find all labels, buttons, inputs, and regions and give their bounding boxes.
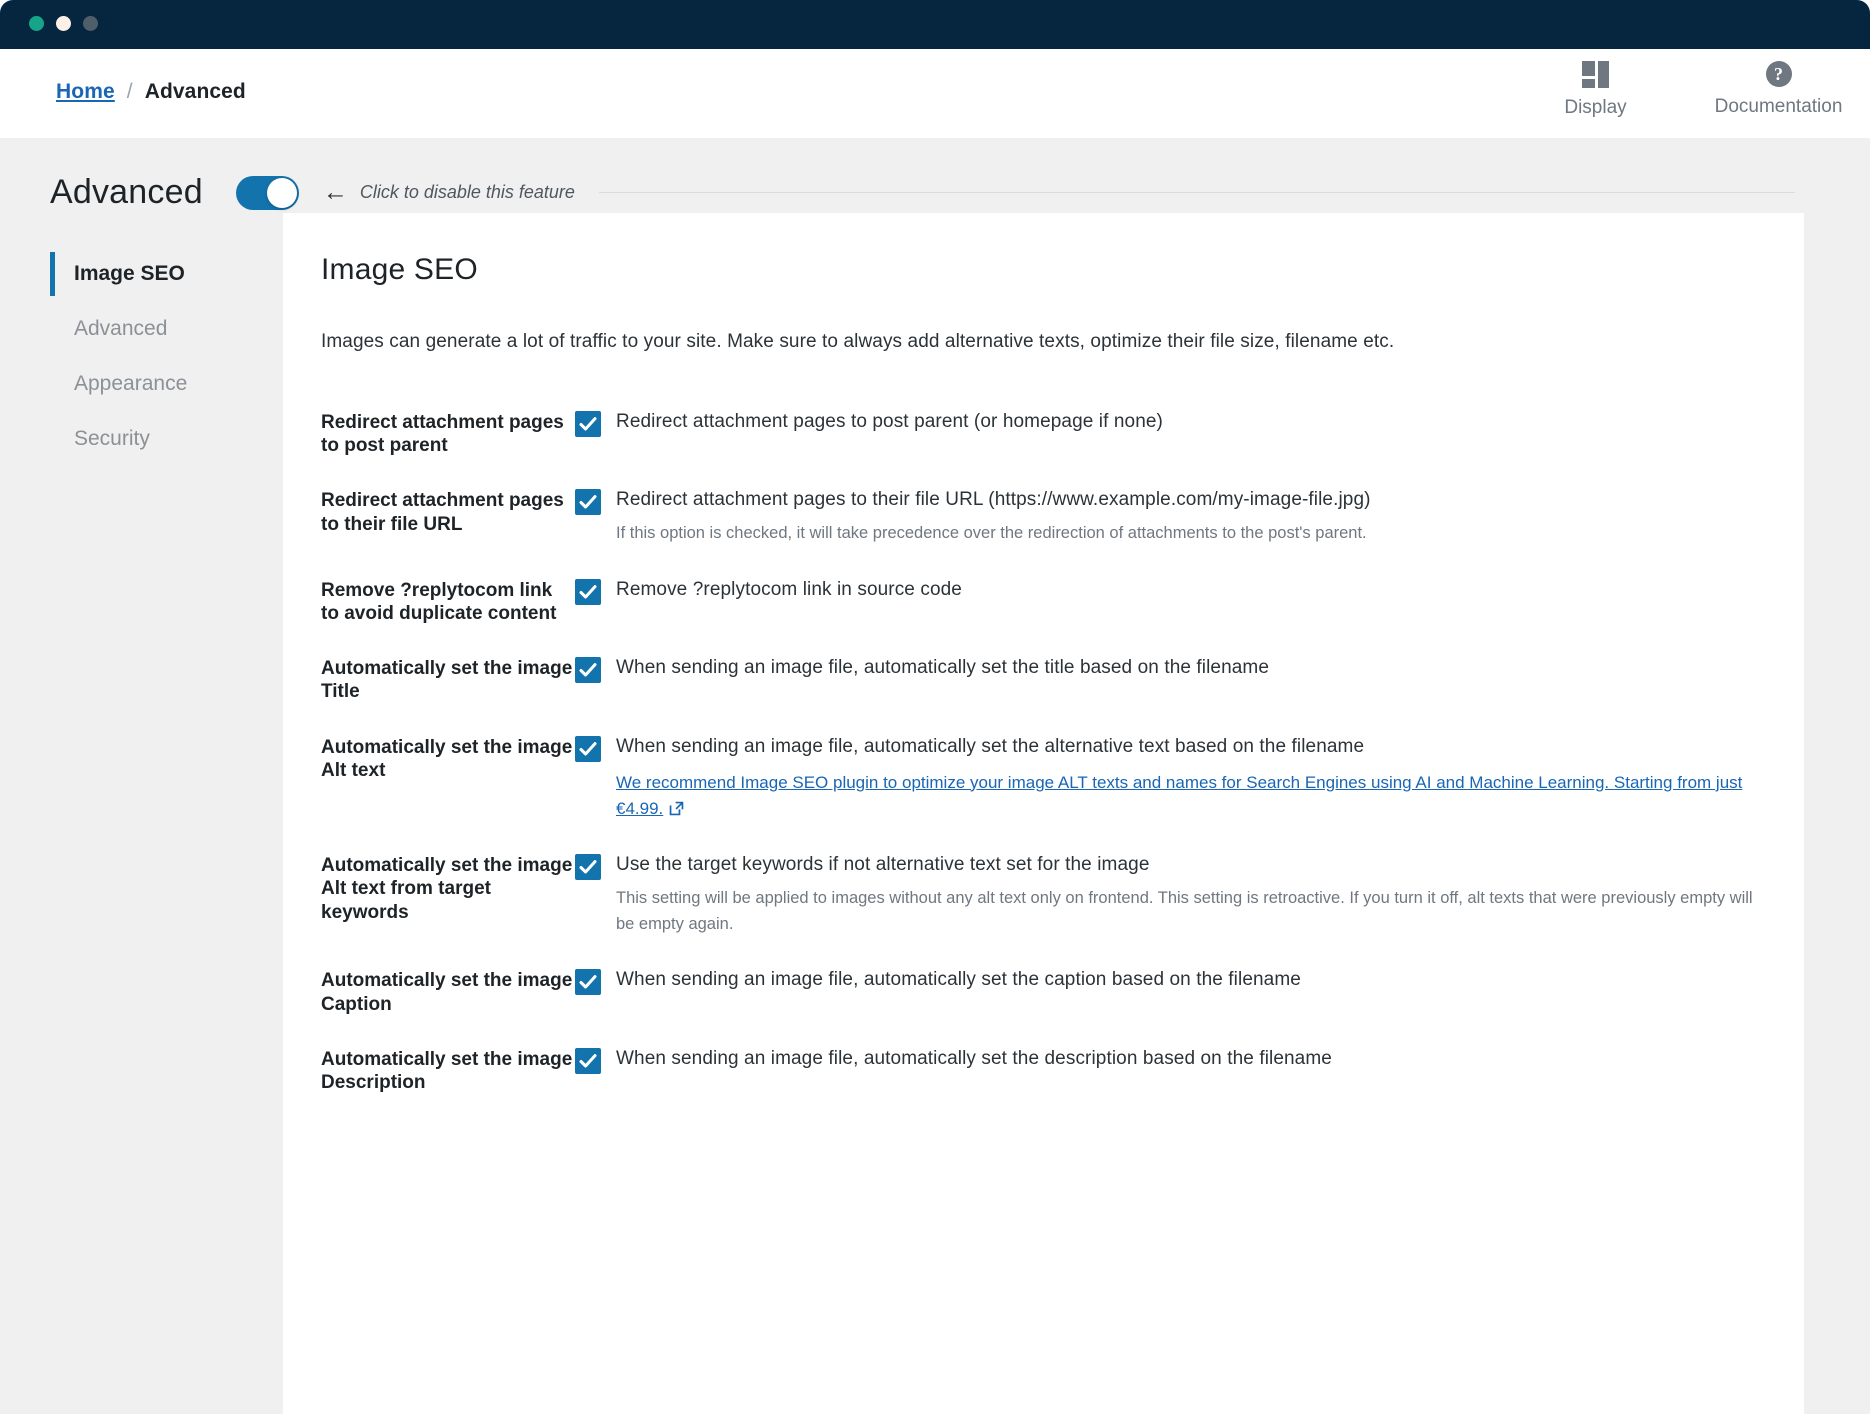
setting-row: Automatically set the image Title When s… [321,641,1766,719]
setting-label: Redirect attachment pages to their file … [321,487,575,535]
promo-link-text: We recommend Image SEO plugin to optimiz… [616,773,1742,818]
setting-label: Redirect attachment pages to post parent [321,409,575,457]
external-link-icon [663,799,685,818]
setting-label: Automatically set the image Title [321,655,575,703]
feature-enable-toggle[interactable] [236,176,299,210]
setting-checkbox-line: When sending an image file, automaticall… [575,1046,1766,1074]
window-titlebar [0,0,1870,49]
setting-checkbox-line: When sending an image file, automaticall… [575,967,1766,995]
setting-label: Automatically set the image Alt text fro… [321,852,575,924]
setting-checkbox-label: When sending an image file, automaticall… [616,734,1364,760]
setting-field: Redirect attachment pages to their file … [575,487,1766,547]
header-divider [599,192,1795,193]
sidebar-item-advanced[interactable]: Advanced [50,301,280,356]
sidebar-item-image-seo[interactable]: Image SEO [50,246,280,301]
setting-field: Use the target keywords if not alternati… [575,852,1766,937]
setting-checkbox[interactable] [575,411,601,437]
setting-row: Automatically set the image Alt text Whe… [321,720,1766,839]
setting-label: Automatically set the image Caption [321,967,575,1015]
setting-label: Remove ?replytocom link to avoid duplica… [321,577,575,625]
settings-panel: Image SEO Images can generate a lot of t… [283,213,1804,1414]
toggle-knob [267,178,297,208]
setting-field: When sending an image file, automaticall… [575,734,1766,823]
panel-description: Images can generate a lot of traffic to … [321,331,1766,353]
page-body: Advanced ← Click to disable this feature… [0,138,1870,1414]
documentation-action-label: Documentation [1715,96,1843,118]
breadcrumb-current: Advanced [145,80,246,104]
sidebar-item-label: Advanced [74,317,167,341]
settings-list: Redirect attachment pages to post parent… [321,395,1766,1110]
setting-checkbox-line: Use the target keywords if not alternati… [575,852,1766,880]
setting-checkbox[interactable] [575,969,601,995]
setting-checkbox-label: Use the target keywords if not alternati… [616,852,1149,878]
setting-row: Automatically set the image Alt text fro… [321,838,1766,953]
setting-checkbox[interactable] [575,1048,601,1074]
setting-checkbox-label: When sending an image file, automaticall… [616,655,1269,681]
display-action[interactable]: Display [1504,61,1687,119]
setting-checkbox-line: Remove ?replytocom link in source code [575,577,1766,605]
setting-field: When sending an image file, automaticall… [575,655,1766,683]
feature-header: Advanced ← Click to disable this feature [50,173,1795,212]
setting-help-text: This setting will be applied to images w… [575,886,1755,937]
sidebar-item-security[interactable]: Security [50,411,280,466]
setting-field: When sending an image file, automaticall… [575,967,1766,995]
setting-row: Redirect attachment pages to their file … [321,473,1766,563]
breadcrumb: Home / Advanced [56,80,246,104]
setting-checkbox-line: Redirect attachment pages to post parent… [575,409,1766,437]
setting-checkbox-label: Remove ?replytocom link in source code [616,577,962,603]
sidebar-item-appearance[interactable]: Appearance [50,356,280,411]
window-maximize-dot[interactable] [83,16,98,31]
arrow-left-icon: ← [323,180,348,205]
page-header: Home / Advanced Display ? Documentation [0,49,1870,138]
setting-checkbox-label: When sending an image file, automaticall… [616,967,1301,993]
setting-checkbox[interactable] [575,854,601,880]
setting-field: Remove ?replytocom link in source code [575,577,1766,605]
sidebar-item-label: Security [74,427,150,451]
breadcrumb-separator: / [127,80,133,104]
window-minimize-dot[interactable] [56,16,71,31]
setting-help-text: If this option is checked, it will take … [575,521,1755,547]
sidebar-item-label: Image SEO [74,262,185,286]
setting-checkbox[interactable] [575,736,601,762]
feature-hint-text: Click to disable this feature [360,182,575,203]
setting-checkbox-label: Redirect attachment pages to their file … [616,487,1371,513]
setting-checkbox-label: Redirect attachment pages to post parent… [616,409,1163,435]
setting-field: When sending an image file, automaticall… [575,1046,1766,1074]
documentation-action[interactable]: ? Documentation [1687,61,1870,118]
window-close-dot[interactable] [29,16,44,31]
setting-checkbox-line: Redirect attachment pages to their file … [575,487,1766,515]
question-mark-icon: ? [1766,61,1792,87]
setting-checkbox[interactable] [575,579,601,605]
setting-row: Automatically set the image Description … [321,1032,1766,1110]
application-window: Home / Advanced Display ? Documentation … [0,0,1870,1414]
setting-checkbox[interactable] [575,489,601,515]
settings-sidebar: Image SEO Advanced Appearance Security [50,246,280,466]
setting-row: Redirect attachment pages to post parent… [321,395,1766,473]
display-action-label: Display [1564,97,1626,119]
setting-row: Remove ?replytocom link to avoid duplica… [321,563,1766,641]
setting-checkbox[interactable] [575,657,601,683]
window-controls [29,16,98,31]
panel-title: Image SEO [321,253,1766,287]
setting-field: Redirect attachment pages to post parent… [575,409,1766,437]
sidebar-item-label: Appearance [74,372,187,396]
setting-label: Automatically set the image Alt text [321,734,575,782]
setting-checkbox-line: When sending an image file, automaticall… [575,655,1766,683]
setting-checkbox-label: When sending an image file, automaticall… [616,1046,1332,1072]
breadcrumb-home-link[interactable]: Home [56,80,115,104]
setting-row: Automatically set the image Caption When… [321,953,1766,1031]
setting-label: Automatically set the image Description [321,1046,575,1094]
setting-checkbox-line: When sending an image file, automaticall… [575,734,1766,762]
page-title: Advanced [50,173,203,212]
display-layout-icon [1582,61,1609,88]
promo-link[interactable]: We recommend Image SEO plugin to optimiz… [575,770,1755,823]
header-actions: Display ? Documentation [1504,61,1870,119]
